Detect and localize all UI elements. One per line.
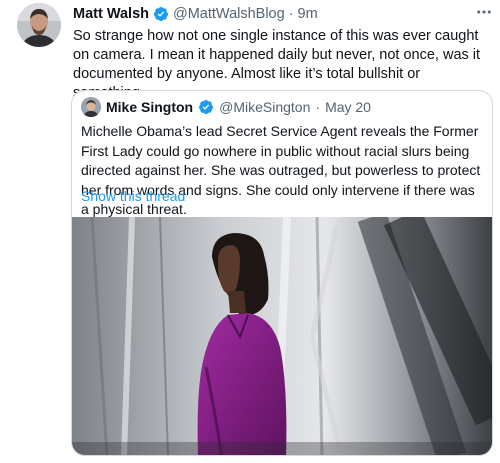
avatar-image — [17, 3, 61, 47]
quoted-tweet-text: Michelle Obama’s lead Secret Service Age… — [81, 123, 481, 217]
quoted-tweet[interactable]: Mike Sington @MikeSington · May 20 Miche… — [71, 90, 493, 456]
more-options-icon[interactable] — [474, 2, 494, 22]
author-name[interactable]: Matt Walsh — [73, 6, 149, 22]
tweet-timestamp[interactable]: 9m — [298, 6, 318, 22]
tweet-card[interactable]: Matt Walsh @MattWalshBlog · 9m So strang… — [0, 0, 500, 463]
verified-badge-icon — [154, 7, 168, 21]
quoted-header-separator: · — [315, 99, 321, 115]
tweet-header: Matt Walsh @MattWalshBlog · 9m — [73, 4, 318, 24]
quoted-verified-badge-icon — [199, 100, 214, 114]
quoted-author-name[interactable]: Mike Sington — [106, 99, 193, 115]
quoted-author-handle[interactable]: @MikeSington — [219, 99, 310, 115]
quoted-tweet-photo[interactable] — [72, 217, 492, 455]
show-thread-link[interactable]: Show this thread — [81, 188, 185, 204]
quoted-author-avatar[interactable] — [81, 97, 101, 117]
photo-image — [72, 217, 492, 455]
author-handle[interactable]: @MattWalshBlog — [173, 6, 285, 22]
quoted-avatar-image — [81, 97, 101, 117]
more-horizontal-icon — [477, 10, 491, 14]
header-separator: · — [288, 6, 294, 22]
quoted-tweet-header: Mike Sington @MikeSington · May 20 — [81, 96, 371, 118]
author-avatar[interactable] — [17, 3, 61, 47]
quoted-tweet-date[interactable]: May 20 — [325, 99, 371, 115]
